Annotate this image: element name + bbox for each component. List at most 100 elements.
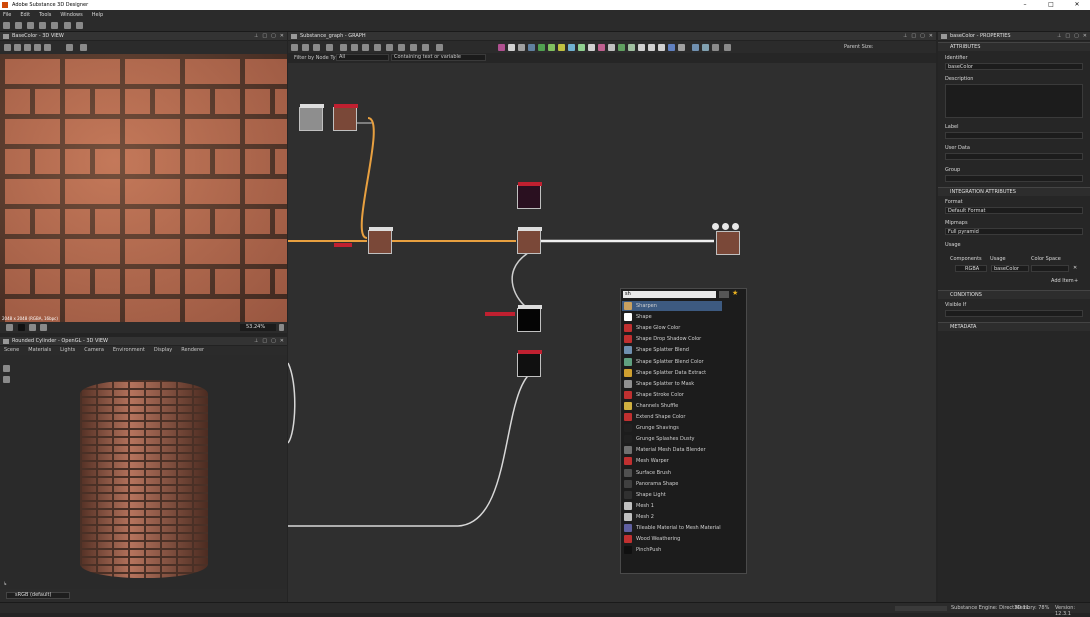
integration-section-header[interactable]: INTEGRATION ATTRIBUTES [938,187,1090,196]
colorspace-dropdown[interactable]: sRGB (default) [6,592,70,599]
blend-icon[interactable] [518,44,525,51]
float-icon[interactable]: □ [911,32,916,41]
graph-node[interactable] [368,227,393,254]
float-icon[interactable]: □ [262,32,267,41]
search-result-item[interactable]: Shape Splatter Blend [622,345,722,355]
options-icon[interactable] [724,44,731,51]
add-icon[interactable]: + [1074,278,1078,284]
menu-help[interactable]: Help [92,12,103,18]
node-search-input[interactable]: sh [623,291,716,298]
search-result-item[interactable]: Channels Shuffle [622,401,722,411]
search-result-item[interactable]: Shape Splatter to Mask [622,379,722,389]
menu-file[interactable]: File [3,12,11,18]
save-all-icon[interactable] [51,22,58,29]
description-field[interactable] [945,84,1083,118]
components-dropdown[interactable]: RGBA [955,265,987,272]
bg-black-icon[interactable] [18,324,25,331]
menu-camera[interactable]: Camera [84,346,104,355]
info-icon[interactable] [66,44,73,51]
bg-checker-icon[interactable] [29,324,36,331]
search-result-item[interactable]: Shape Splatter Blend Color [622,357,722,367]
close-panel-icon[interactable]: ✕ [280,337,284,346]
export-icon[interactable] [44,44,51,51]
search-result-item[interactable]: Shape Splatter Data Extract [622,368,722,378]
hierarchy-icon[interactable] [386,44,393,51]
filter-type-dropdown[interactable]: All [336,54,389,61]
pin-icon[interactable]: ⊥ [254,32,258,41]
fx-map-icon[interactable] [608,44,615,51]
float-icon[interactable]: □ [1065,32,1070,41]
frame-node-icon[interactable] [422,44,429,51]
view-tool-icon[interactable] [4,44,11,51]
search-result-item[interactable]: Mesh Warper [622,456,722,466]
attributes-section-header[interactable]: ATTRIBUTES [938,42,1090,51]
graph-node[interactable] [517,182,542,209]
channel-icon[interactable] [14,44,21,51]
label-field[interactable] [945,132,1083,139]
library-icon[interactable] [719,291,729,298]
identifier-field[interactable]: baseColor [945,63,1083,70]
search-result-item[interactable]: Extend Shape Color [622,412,722,422]
output-node-basecolor[interactable] [716,231,740,255]
visible-if-field[interactable] [945,310,1083,317]
output-icon[interactable] [712,223,719,230]
open-icon[interactable] [15,22,22,29]
graph-node[interactable] [517,227,542,254]
menu-materials[interactable]: Materials [28,346,51,355]
distribute-icon[interactable] [362,44,369,51]
search-result-item[interactable]: Tileable Material to Mesh Material [622,523,722,533]
search-result-item[interactable]: Wood Weathering [622,534,722,544]
search-result-item[interactable]: Shape Stroke Color [622,390,722,400]
redo-icon[interactable] [76,22,83,29]
layout-icon[interactable] [6,324,13,331]
close-icon[interactable]: ✕ [1064,0,1090,10]
search-result-item[interactable]: Mesh 1 [622,501,722,511]
histogram-icon[interactable] [80,44,87,51]
format-dropdown[interactable]: Default Format [945,207,1083,214]
basecolor-texture-viewport[interactable]: 2048 x 2048 (RGBA, 16bpc) [0,54,287,322]
search-result-item[interactable]: PinchPush [622,545,722,555]
undo-icon[interactable] [64,22,71,29]
layout-tool-icon[interactable] [398,44,405,51]
search-result-item[interactable]: Mesh 2 [622,512,722,522]
menu-environment[interactable]: Environment [113,346,145,355]
link-node-icon[interactable] [722,223,729,230]
close-panel-icon[interactable]: ✕ [929,32,933,41]
bg-grey-icon[interactable] [40,324,47,331]
user-data-field[interactable] [945,153,1083,160]
camera-mode-icon[interactable] [3,365,10,372]
select-tool-icon[interactable] [291,44,298,51]
maximize-panel-icon[interactable]: ▢ [271,32,276,41]
menu-edit[interactable]: Edit [20,12,30,18]
snapshot-icon[interactable] [313,44,320,51]
pixel-processor-icon[interactable] [598,44,605,51]
menu-lights[interactable]: Lights [60,346,75,355]
close-panel-icon[interactable]: ✕ [280,32,284,41]
maximize-panel-icon[interactable]: ▢ [271,337,276,346]
menu-windows[interactable]: Windows [60,12,82,18]
text-icon[interactable] [658,44,665,51]
menu-display[interactable]: Display [154,346,172,355]
filter-text-input[interactable]: Containing text or variable [391,54,486,61]
menu-scene[interactable]: Scene [4,346,19,355]
zoom-field[interactable]: 53.24% [240,324,276,331]
maximize-panel-icon[interactable]: ▢ [1074,32,1079,41]
search-result-item[interactable]: Shape Glow Color [622,323,722,333]
display-grid-icon[interactable] [692,44,699,51]
float-icon[interactable]: □ [262,337,267,346]
emboss-icon[interactable] [638,44,645,51]
node-library-icon[interactable] [498,44,505,51]
blur-icon[interactable] [528,44,535,51]
align-icon[interactable] [351,44,358,51]
new-icon[interactable] [3,22,10,29]
pin-icon[interactable]: ⊥ [254,337,258,346]
close-panel-icon[interactable]: ✕ [1083,32,1087,41]
add-item-button[interactable]: Add Item [1051,278,1074,284]
frame-icon[interactable] [326,44,333,51]
gradient-icon[interactable] [548,44,555,51]
graph-node[interactable] [517,305,542,332]
save-icon[interactable] [39,22,46,29]
search-result-item[interactable]: Material Mesh Data Blender [622,445,722,455]
transform-icon[interactable] [618,44,625,51]
graph-node[interactable] [333,104,358,131]
